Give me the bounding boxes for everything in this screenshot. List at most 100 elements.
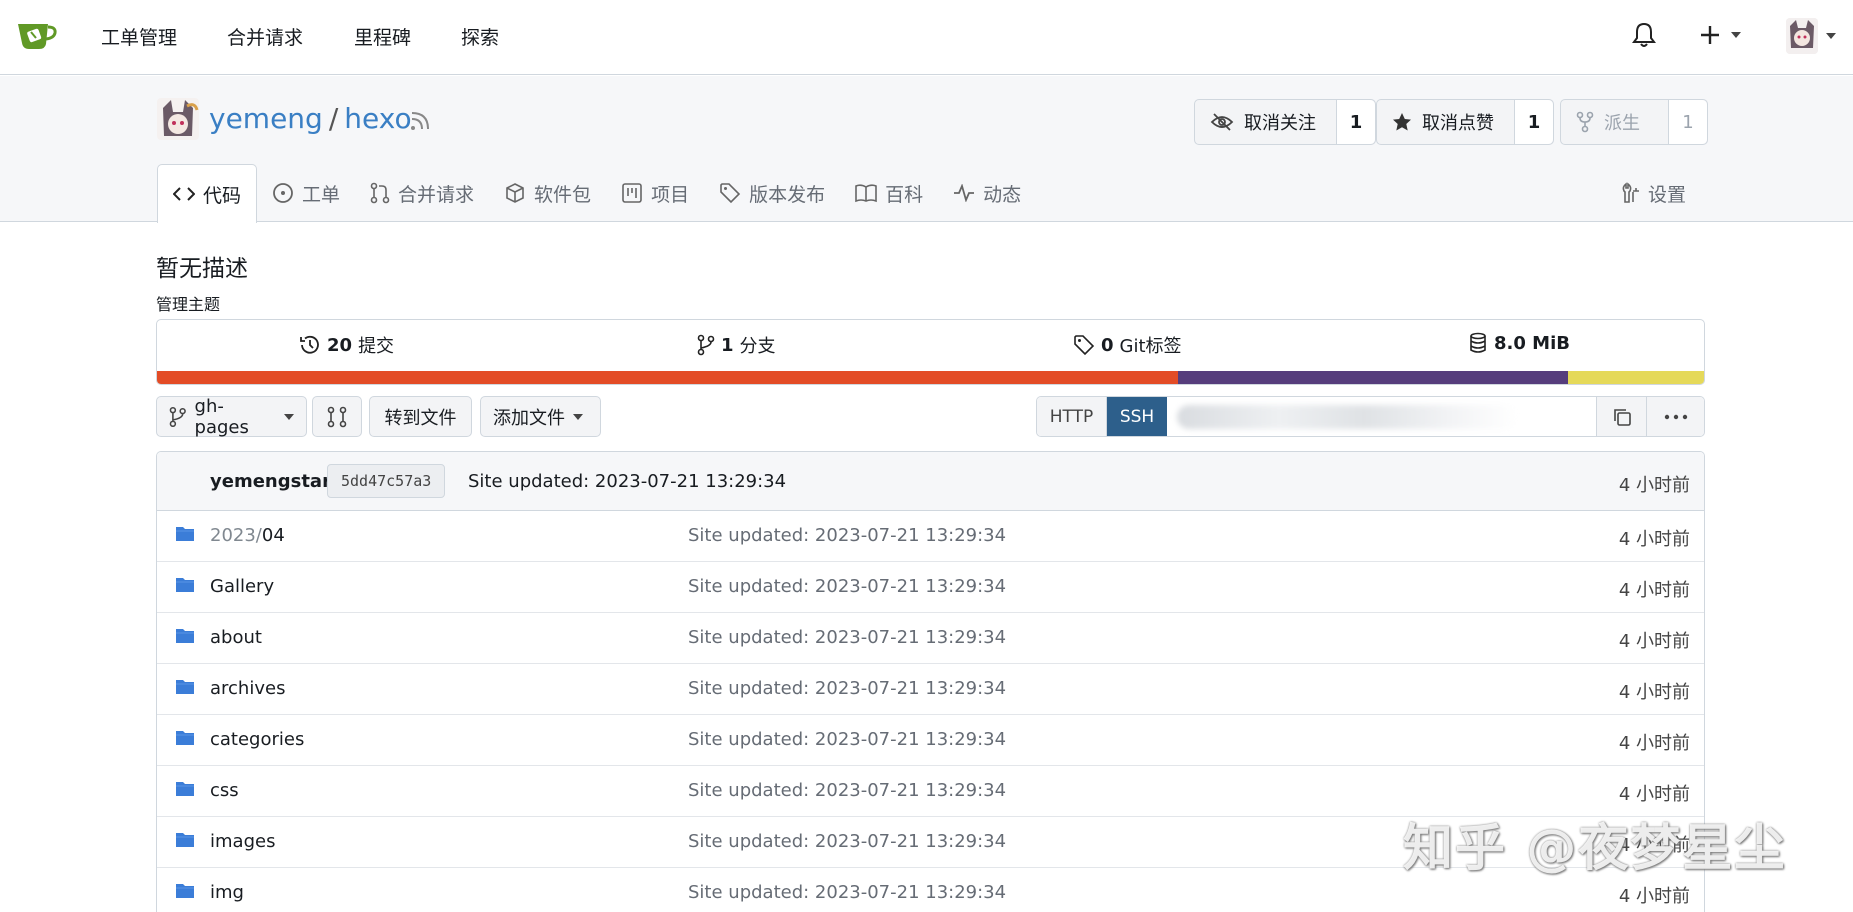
bell-icon[interactable] [1632,22,1656,48]
repo-path-separator: / [328,102,339,135]
file-commit-message[interactable]: Site updated: 2023-07-21 13:29:34 [688,627,1006,648]
file-commit-message[interactable]: Site updated: 2023-07-21 13:29:34 [688,882,1006,903]
language-segment [1178,371,1568,384]
file-name-text: 04 [261,525,285,546]
nav-pull-requests[interactable]: 合并请求 [227,23,303,50]
unstar-button[interactable]: 取消点赞 [1377,100,1515,144]
file-row[interactable]: archives Site updated: 2023-07-21 13:29:3… [157,664,1704,715]
tab-wiki[interactable]: 百科 [840,164,938,222]
repo-description: 暂无描述 [156,256,248,282]
file-name[interactable]: css [210,780,239,801]
branches-stat[interactable]: 1 分支 [697,332,776,358]
repo-header: yemeng / hexo 取消关注 1 取消点赞 1 派生 1 代码 工单 合… [0,76,1853,223]
file-row[interactable]: about Site updated: 2023-07-21 13:29:34 4 … [157,613,1704,664]
eye-slash-icon [1210,113,1234,131]
file-commit-message[interactable]: Site updated: 2023-07-21 13:29:34 [688,780,1006,801]
commit-author[interactable]: yemengstar [210,471,331,492]
branches-count: 1 [721,334,734,356]
forks-count[interactable]: 1 [1669,100,1707,144]
unwatch-button[interactable]: 取消关注 [1195,100,1337,144]
tab-activity[interactable]: 动态 [938,164,1036,222]
folder-icon [175,525,195,543]
file-commit-time: 4 小时前 [1618,784,1690,805]
tab-issues[interactable]: 工单 [257,164,355,222]
tab-label: 工单 [302,183,341,206]
watchers-count[interactable]: 1 [1337,100,1375,144]
more-options-button[interactable] [1646,397,1704,436]
nav-issues[interactable]: 工单管理 [101,23,177,50]
file-name[interactable]: about [210,627,262,648]
nav-milestones[interactable]: 里程碑 [354,23,411,50]
file-name[interactable]: categories [210,729,304,750]
folder-icon [175,882,195,900]
stars-count[interactable]: 1 [1515,100,1553,144]
file-row[interactable]: categories Site updated: 2023-07-21 13:29… [157,715,1704,766]
manage-topics-link[interactable]: 管理主题 [156,291,220,315]
file-name-text: categories [210,729,305,750]
add-file-button[interactable]: 添加文件 [480,396,601,437]
code-icon [173,187,195,201]
tab-pull-requests[interactable]: 合并请求 [355,164,489,222]
compare-button[interactable] [312,396,362,437]
http-clone-button[interactable]: HTTP [1037,397,1107,436]
repo-owner-link[interactable]: yemeng [209,102,323,135]
file-commit-time: 4 小时前 [1618,529,1690,550]
tab-label: 软件包 [534,183,592,206]
repo-name-link[interactable]: hexo [344,102,411,135]
avatar [1786,18,1818,54]
file-row[interactable]: 2023/04 Site updated: 2023-07-21 13:29:34… [157,511,1704,562]
tab-projects[interactable]: 项目 [606,164,704,222]
file-name[interactable]: 2023/04 [210,525,285,546]
fork-button-group: 派生 1 [1560,99,1708,145]
user-menu[interactable] [1786,18,1836,54]
tab-packages[interactable]: 软件包 [489,164,606,222]
file-row[interactable]: Gallery Site updated: 2023-07-21 13:29:34… [157,562,1704,613]
tab-settings[interactable]: 设置 [1620,164,1686,222]
tab-code[interactable]: 代码 [157,164,258,223]
nav-explore[interactable]: 探索 [461,23,499,50]
commits-count: 20 [327,334,353,356]
add-file-label: 添加文件 [493,407,565,429]
rss-icon[interactable] [409,110,431,132]
history-icon [300,335,319,354]
copy-url-button[interactable] [1596,397,1646,436]
file-commit-message[interactable]: Site updated: 2023-07-21 13:29:34 [688,576,1006,597]
commit-message[interactable]: Site updated: 2023-07-21 13:29:34 [468,471,786,492]
file-name[interactable]: img [210,882,244,903]
commits-stat[interactable]: 20 提交 [299,332,394,358]
folder-icon [175,729,195,747]
chevron-down-icon [284,413,294,420]
file-commit-time: 4 小时前 [1618,580,1690,601]
chevron-down-icon [1731,32,1741,38]
file-commit-time: 4 小时前 [1618,682,1690,703]
folder-icon [175,576,195,594]
file-name-text: about [210,627,262,648]
goto-file-button[interactable]: 转到文件 [369,396,472,437]
tags-stat[interactable]: 0 Git标签 [1073,332,1182,358]
repo-avatar [157,98,199,140]
unwatch-label: 取消关注 [1244,113,1316,134]
tab-releases[interactable]: 版本发布 [704,164,840,222]
fork-label: 派生 [1604,113,1640,134]
commit-sha[interactable]: 5dd47c57a3 [327,464,446,498]
file-commit-message[interactable]: Site updated: 2023-07-21 13:29:34 [688,831,1006,852]
file-name-text: images [210,831,276,852]
file-name-text: archives [210,678,286,699]
branch-selector[interactable]: gh-pages [156,396,307,438]
file-commit-message[interactable]: Site updated: 2023-07-21 13:29:34 [688,729,1006,750]
language-stats-bar[interactable] [157,371,1704,384]
tab-label: 百科 [885,183,924,206]
file-commit-time: 4 小时前 [1618,733,1690,754]
clone-url-input[interactable] [1167,397,1596,436]
create-new-button[interactable] [1699,24,1741,46]
ssh-clone-button[interactable]: SSH [1107,397,1167,436]
file-name[interactable]: images [210,831,275,852]
file-commit-message[interactable]: Site updated: 2023-07-21 13:29:34 [688,678,1006,699]
file-commit-message[interactable]: Site updated: 2023-07-21 13:29:34 [688,525,1006,546]
file-name[interactable]: archives [210,678,285,699]
chevron-down-icon [1826,33,1836,39]
file-name[interactable]: Gallery [210,576,274,597]
repo-size: 8.0 MiB [1494,332,1570,354]
fork-button[interactable]: 派生 [1561,100,1669,144]
gitea-logo-icon[interactable] [16,18,58,52]
